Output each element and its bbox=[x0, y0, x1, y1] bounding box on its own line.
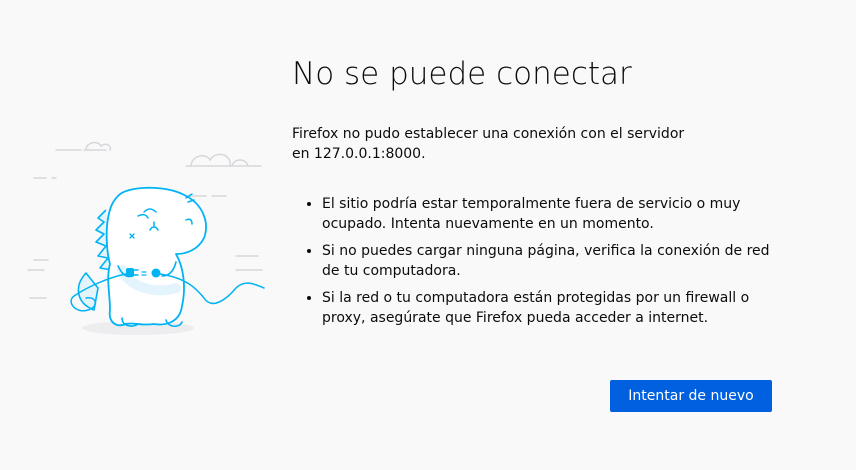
list-item: El sitio podría estar temporalmente fuer… bbox=[322, 194, 778, 234]
error-content: No se puede conectar Firefox no pudo est… bbox=[292, 52, 782, 335]
page-title: No se puede conectar bbox=[292, 56, 632, 92]
error-description: Firefox no pudo establecer una conexión … bbox=[292, 126, 685, 162]
retry-button[interactable]: Intentar de nuevo bbox=[610, 380, 772, 412]
reasons-list: El sitio podría estar temporalmente fuer… bbox=[292, 194, 778, 328]
list-item: Si la red o tu computadora están protegi… bbox=[322, 288, 778, 328]
disconnected-dino-illustration-icon bbox=[27, 141, 265, 335]
error-page: No se puede conectar Firefox no pudo est… bbox=[0, 0, 856, 470]
list-item: Si no puedes cargar ninguna página, veri… bbox=[322, 241, 778, 281]
